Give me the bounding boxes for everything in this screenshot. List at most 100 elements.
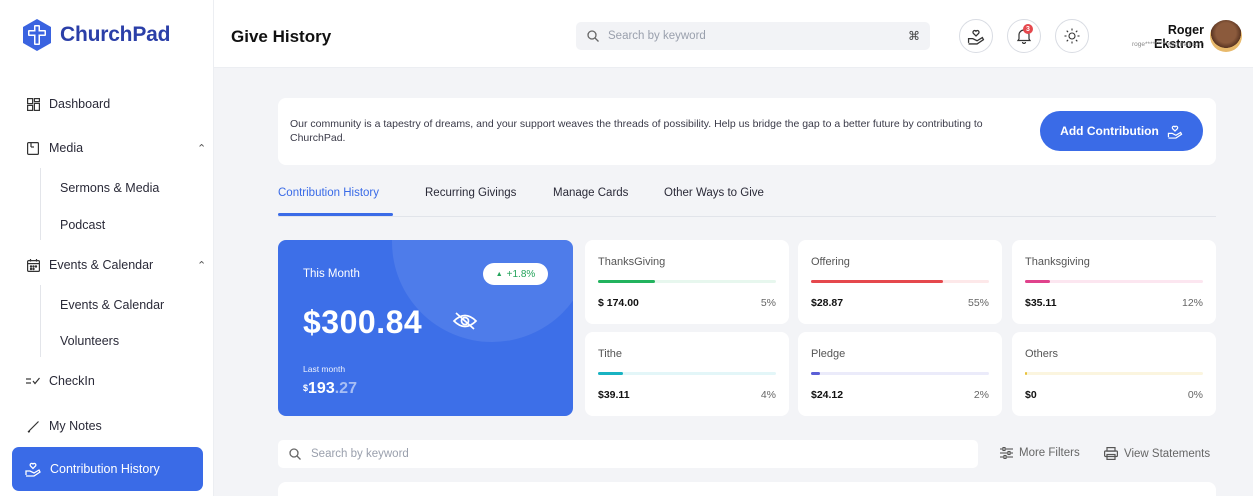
notifications-button[interactable]: 3 xyxy=(1007,19,1041,53)
eye-off-icon[interactable] xyxy=(452,310,478,332)
progress-track xyxy=(811,280,989,283)
page-title: Give History xyxy=(231,27,332,46)
sidebar-item-events[interactable]: Events & Calendar ⌃ xyxy=(0,253,214,277)
progress-fill xyxy=(598,280,655,283)
calendar-icon xyxy=(26,258,40,272)
sidebar-subitem-volunteers[interactable]: Volunteers xyxy=(60,334,119,348)
sidebar-item-label: Events & Calendar xyxy=(49,258,154,272)
sidebar-item-media[interactable]: Media ⌃ xyxy=(0,136,214,160)
stat-percent: 0% xyxy=(1187,389,1203,401)
tab-other-ways-to-give[interactable]: Other Ways to Give xyxy=(664,187,764,199)
sidebar-subitem-events-calendar[interactable]: Events & Calendar xyxy=(60,298,164,312)
hand-heart-icon xyxy=(1167,125,1183,139)
last-month-amount: $193.27 xyxy=(303,380,357,398)
dashboard-icon xyxy=(26,97,40,111)
progress-track xyxy=(1025,372,1203,375)
search-placeholder: Search by keyword xyxy=(608,30,706,42)
user-email: roge*********@gmail.com xyxy=(1132,41,1204,48)
stat-card[interactable]: Offering $28.87 55% xyxy=(798,240,1002,324)
chevron-up-icon[interactable]: ⌃ xyxy=(197,259,206,272)
contribution-banner: Our community is a tapestry of dreams, a… xyxy=(278,98,1216,165)
stat-amount: $0 xyxy=(1025,389,1037,401)
header-search-input[interactable]: Search by keyword ⌘ xyxy=(576,22,930,50)
stat-card[interactable]: ThanksGiving $ 174.00 5% xyxy=(585,240,789,324)
give-tabs: Contribution History Recurring Givings M… xyxy=(278,186,1216,217)
stat-amount: $28.87 xyxy=(811,297,844,309)
app-root: ChurchPad Dashboard Media ⌃ Sermons & Me… xyxy=(0,0,1253,496)
sidebar-item-my-notes[interactable]: My Notes xyxy=(0,414,214,438)
stat-card[interactable]: Others $0 0% xyxy=(1012,332,1216,416)
stat-name: Thanksgiving xyxy=(1025,256,1090,268)
active-tab-indicator xyxy=(278,213,393,216)
tab-manage-cards[interactable]: Manage Cards xyxy=(553,187,628,199)
progress-fill xyxy=(598,372,623,375)
stat-name: Tithe xyxy=(598,348,623,360)
sidebar-subitem-podcast[interactable]: Podcast xyxy=(60,218,105,232)
stat-percent: 5% xyxy=(760,297,776,309)
tab-recurring-givings[interactable]: Recurring Givings xyxy=(425,187,516,199)
progress-track xyxy=(1025,280,1203,283)
tab-contribution-history[interactable]: Contribution History xyxy=(278,187,379,199)
churchpad-logo-icon xyxy=(23,19,51,51)
stat-name: Others xyxy=(1025,348,1059,360)
sidebar-item-checkin[interactable]: CheckIn xyxy=(0,369,214,393)
stat-amount: $35.11 xyxy=(1025,297,1057,309)
top-header: Give History Search by keyword ⌘ 3 Roger… xyxy=(214,0,1253,68)
sidebar-item-label: Media xyxy=(49,141,84,155)
sidebar-item-contribution-history[interactable]: Contribution History xyxy=(12,447,203,491)
theme-toggle-button[interactable] xyxy=(1055,19,1089,53)
chevron-up-icon[interactable]: ⌃ xyxy=(197,142,206,155)
this-month-amount: $300.84 xyxy=(303,304,423,340)
progress-fill xyxy=(811,372,820,375)
search-icon xyxy=(587,30,599,42)
brand-name-part2: Pad xyxy=(132,23,171,46)
submenu-divider xyxy=(40,168,41,240)
stat-card[interactable]: Thanksgiving $35.11 12% xyxy=(1012,240,1216,324)
banner-message: Our community is a tapestry of dreams, a… xyxy=(290,118,983,144)
stat-percent: 2% xyxy=(973,389,989,401)
add-contribution-button[interactable]: Add Contribution xyxy=(1040,111,1203,151)
view-statements-label: View Statements xyxy=(1124,447,1211,460)
notification-badge: 3 xyxy=(1023,24,1033,34)
stat-name: ThanksGiving xyxy=(598,256,666,268)
last-month-dec: .27 xyxy=(334,380,357,397)
sidebar-item-dashboard[interactable]: Dashboard xyxy=(0,92,214,116)
stat-card[interactable]: Pledge $24.12 2% xyxy=(798,332,1002,416)
stat-card[interactable]: Tithe $39.11 4% xyxy=(585,332,789,416)
hand-heart-icon xyxy=(967,29,985,45)
logo[interactable]: ChurchPad xyxy=(22,18,170,52)
change-badge: ▲ +1.8% xyxy=(483,263,548,285)
sidebar-subitem-sermons[interactable]: Sermons & Media xyxy=(60,181,159,195)
last-month-currency: $ xyxy=(303,383,309,393)
history-search-input[interactable]: Search by keyword xyxy=(278,440,978,468)
progress-fill xyxy=(811,280,943,283)
this-month-label: This Month xyxy=(303,268,360,280)
sidebar: ChurchPad Dashboard Media ⌃ Sermons & Me… xyxy=(0,0,214,496)
progress-fill xyxy=(1025,280,1050,283)
more-filters-label: More Filters xyxy=(1019,447,1080,459)
view-statements-button[interactable]: View Statements xyxy=(1104,447,1210,460)
sidebar-item-label: Dashboard xyxy=(49,97,111,111)
stat-name: Pledge xyxy=(811,348,846,360)
more-filters-button[interactable]: More Filters xyxy=(1000,447,1080,459)
checkin-icon xyxy=(26,374,40,388)
progress-track xyxy=(598,372,776,375)
stat-amount: $24.12 xyxy=(811,389,844,401)
stat-percent: 12% xyxy=(1181,297,1203,309)
brand-name: ChurchPad xyxy=(60,23,170,47)
stat-name: Offering xyxy=(811,256,850,268)
sidebar-item-label: Contribution History xyxy=(50,462,160,476)
media-icon xyxy=(26,141,40,155)
stat-percent: 55% xyxy=(967,297,989,309)
command-key-icon: ⌘ xyxy=(908,29,920,43)
progress-fill xyxy=(1025,372,1027,375)
history-table xyxy=(278,482,1216,496)
hand-heart-icon xyxy=(25,462,41,477)
give-button[interactable] xyxy=(959,19,993,53)
change-value: +1.8% xyxy=(506,268,536,280)
brand-name-part1: Church xyxy=(60,23,133,46)
user-avatar[interactable] xyxy=(1210,20,1242,52)
progress-track xyxy=(811,372,989,375)
stat-amount: $ 174.00 xyxy=(598,297,639,309)
this-month-card: This Month ▲ +1.8% $300.84 Last month $1… xyxy=(278,240,573,416)
